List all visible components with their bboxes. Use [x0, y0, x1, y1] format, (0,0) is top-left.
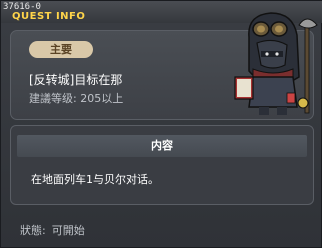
required-level: 建議等级: 205以上	[29, 92, 124, 105]
quest-info-window: 37616-0 QUEST INFO 主要 [反转城]目标在那 建議等级: 20…	[0, 0, 322, 248]
npc-portrait	[234, 12, 318, 115]
status-value: 可開始	[51, 224, 85, 237]
window-title: QUEST INFO	[12, 11, 86, 22]
quest-content-panel: 内容 在地面列车1与贝尔对话。	[10, 125, 314, 205]
content-text: 在地面列车1与贝尔对话。	[31, 173, 159, 186]
status-label: 狀態:	[20, 224, 46, 237]
quest-status: 狀態: 可開始	[20, 222, 91, 238]
quest-type-badge: 主要	[29, 41, 93, 58]
quest-name: [反转城]目标在那	[29, 73, 123, 87]
content-header: 内容	[17, 135, 307, 157]
